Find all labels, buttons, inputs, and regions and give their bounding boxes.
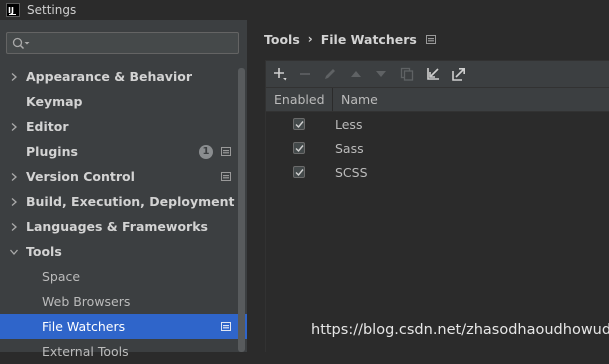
- watcher-name: Less: [335, 117, 363, 132]
- update-count-badge: 1: [199, 145, 213, 159]
- sidebar-item-label: Tools: [26, 244, 62, 259]
- sidebar-item-label: File Watchers: [42, 319, 126, 334]
- file-watchers-panel: Enabled Name Less Sass SCSS: [265, 60, 609, 352]
- title-bar: IJ Settings: [0, 0, 609, 20]
- chevron-right-icon[interactable]: [9, 197, 19, 207]
- sidebar-item-label: Languages & Frameworks: [26, 219, 208, 234]
- page-title: File Watchers: [320, 31, 417, 47]
- watchers-table-body: Less Sass SCSS: [266, 113, 609, 185]
- column-divider[interactable]: [332, 88, 333, 111]
- sidebar-item-build-execution-deployment[interactable]: Build, Execution, Deployment: [0, 189, 247, 214]
- project-settings-icon: [221, 147, 231, 156]
- sidebar-item-label: Version Control: [26, 169, 135, 184]
- breadcrumb: Tools › File Watchers: [264, 30, 436, 48]
- copy-icon[interactable]: [400, 67, 414, 81]
- table-row[interactable]: Less: [266, 113, 609, 137]
- search-field[interactable]: [6, 32, 239, 54]
- sidebar-item-label: Editor: [26, 119, 69, 134]
- sidebar-item-label: Keymap: [26, 94, 83, 109]
- table-row[interactable]: SCSS: [266, 161, 609, 185]
- intellij-logo-icon: IJ: [6, 3, 20, 17]
- project-settings-icon: [221, 172, 231, 181]
- sidebar-item-tools[interactable]: Tools: [0, 239, 247, 264]
- sidebar-item-plugins[interactable]: Plugins 1: [0, 139, 247, 164]
- project-settings-icon: [425, 34, 436, 44]
- sidebar-item-editor[interactable]: Editor: [0, 114, 247, 139]
- chevron-right-icon[interactable]: [9, 122, 19, 132]
- watcher-name: SCSS: [335, 165, 368, 180]
- table-header: Enabled Name: [266, 88, 609, 112]
- import-icon[interactable]: [426, 67, 440, 81]
- project-settings-icon: [221, 322, 231, 331]
- edit-icon[interactable]: [323, 67, 337, 81]
- sidebar-item-file-watchers[interactable]: File Watchers: [0, 314, 247, 339]
- sidebar-item-keymap[interactable]: Keymap: [0, 89, 247, 114]
- settings-tree: Appearance & Behavior Keymap Editor Plug…: [0, 64, 247, 364]
- sidebar-item-label: Space: [42, 269, 81, 284]
- sidebar-item-space[interactable]: Space: [0, 264, 247, 289]
- sidebar-item-version-control[interactable]: Version Control: [0, 164, 247, 189]
- export-icon[interactable]: [452, 67, 466, 81]
- table-row[interactable]: Sass: [266, 137, 609, 161]
- watcher-name: Sass: [335, 141, 364, 156]
- chevron-right-icon[interactable]: [9, 72, 19, 82]
- sidebar-scrollbar[interactable]: [238, 68, 245, 352]
- search-input[interactable]: [35, 34, 239, 54]
- watermark-url: https://blog.csdn.net/zhasodhaoudhowud: [311, 322, 609, 338]
- breadcrumb-parent[interactable]: Tools: [264, 32, 300, 47]
- column-header-name[interactable]: Name: [341, 92, 378, 107]
- enabled-checkbox[interactable]: [293, 166, 305, 178]
- checkmark-icon: [295, 121, 304, 129]
- chevron-right-icon[interactable]: [9, 222, 19, 232]
- sidebar-item-languages-frameworks[interactable]: Languages & Frameworks: [0, 214, 247, 239]
- checkmark-icon: [295, 145, 304, 153]
- breadcrumb-separator: ›: [307, 32, 313, 46]
- search-icon: [12, 37, 30, 50]
- sidebar-item-label: Web Browsers: [42, 294, 131, 309]
- chevron-right-icon[interactable]: [9, 172, 19, 182]
- settings-sidebar: Appearance & Behavior Keymap Editor Plug…: [0, 20, 247, 359]
- sidebar-item-web-browsers[interactable]: Web Browsers: [0, 289, 247, 314]
- watchers-toolbar: [266, 61, 609, 88]
- move-down-icon[interactable]: [374, 67, 388, 81]
- column-header-enabled[interactable]: Enabled: [274, 92, 325, 107]
- enabled-checkbox[interactable]: [293, 118, 305, 130]
- sidebar-item-label: Build, Execution, Deployment: [26, 194, 235, 209]
- chevron-down-icon[interactable]: [9, 247, 19, 257]
- sidebar-item-appearance-behavior[interactable]: Appearance & Behavior: [0, 64, 247, 89]
- sidebar-item-label: Appearance & Behavior: [26, 69, 192, 84]
- move-up-icon[interactable]: [349, 67, 363, 81]
- add-icon[interactable]: [273, 67, 287, 81]
- window-title: Settings: [27, 3, 77, 17]
- checkmark-icon: [295, 169, 304, 177]
- enabled-checkbox[interactable]: [293, 142, 305, 154]
- sidebar-item-label: Plugins: [26, 144, 78, 159]
- remove-icon[interactable]: [298, 67, 312, 81]
